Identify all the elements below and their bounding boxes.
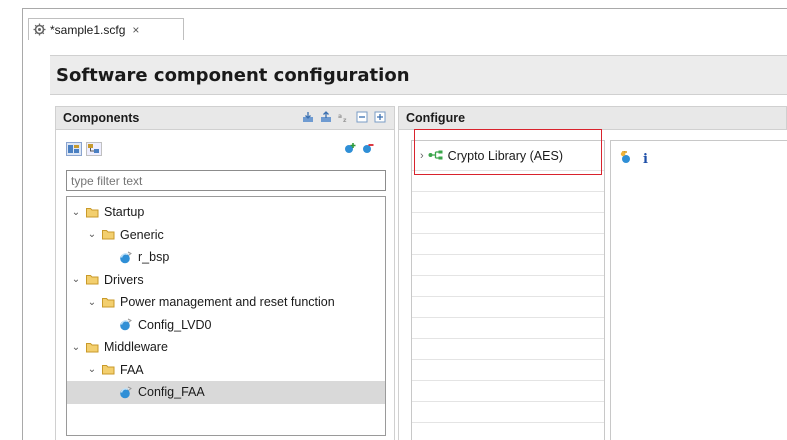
tree-node-r-bsp[interactable]: r_bsp [67,246,385,269]
component-icon [119,386,133,399]
page-header: Software component configuration [50,55,787,95]
tree-node-generic[interactable]: ⌄ Generic [67,224,385,247]
configure-row [412,255,604,276]
editor-tab[interactable]: *sample1.scfg × [28,18,184,40]
category-view-icon[interactable] [66,142,82,156]
folder-icon [86,207,100,218]
configure-title: Configure [406,111,466,125]
svg-text:a: a [338,113,342,120]
components-title: Components [63,111,140,125]
component-icon [119,251,133,264]
filter-input[interactable] [66,170,386,191]
export-icon[interactable] [320,111,332,123]
folder-icon [86,342,100,353]
tree-node-label: Startup [104,205,145,220]
tree-node-power-management[interactable]: ⌄ Power management and reset function [67,291,385,314]
configure-row [412,234,604,255]
tree-node-config-lvd0[interactable]: Config_LVD0 [67,314,385,337]
add-remove-buttons [344,142,374,154]
svg-text:z: z [343,117,347,123]
remove-component-icon[interactable] [362,142,374,154]
configure-row [412,318,604,339]
tree-node-label: Power management and reset function [120,295,335,310]
components-toolbar: az [302,111,386,123]
chevron-down-icon[interactable]: ⌄ [86,297,98,308]
detail-toolbar: i [619,149,648,167]
folder-icon [86,274,100,285]
view-toggles [66,142,102,156]
add-setting-icon[interactable] [619,149,633,167]
configure-row [412,339,604,360]
tree-node-label: Drivers [104,272,144,287]
components-header: Components az [55,106,395,130]
page-title: Software component configuration [56,64,410,86]
tree-node-middleware[interactable]: ⌄ Middleware [67,336,385,359]
import-icon[interactable] [302,111,314,123]
add-component-icon[interactable] [344,142,356,154]
tree-node-label: Config_FAA [138,385,205,400]
configure-row [412,297,604,318]
folder-icon [102,297,116,308]
chevron-down-icon[interactable]: ⌄ [86,229,98,240]
tree-node-label: FAA [120,362,144,377]
tree-node-label: Middleware [104,340,168,355]
chevron-down-icon[interactable]: ⌄ [70,207,82,218]
configure-row [412,360,604,381]
close-icon[interactable]: × [132,23,139,37]
editor-tab-title: *sample1.scfg [50,22,126,37]
gear-icon [33,23,46,36]
configure-row [412,213,604,234]
chevron-down-icon[interactable]: ⌄ [86,364,98,375]
components-panel: ⌄ Startup ⌄ Generic r_bsp ⌄ Drivers ⌄ Po… [55,130,395,440]
highlight-box [414,129,602,175]
info-icon[interactable]: i [643,152,648,167]
hierarchy-view-icon[interactable] [86,142,102,156]
detail-panel: i [610,140,787,440]
component-icon [119,318,133,331]
chevron-down-icon[interactable]: ⌄ [70,274,82,285]
component-tree: ⌄ Startup ⌄ Generic r_bsp ⌄ Drivers ⌄ Po… [66,196,386,436]
tree-node-label: r_bsp [138,250,170,265]
folder-icon [102,229,116,240]
configure-row [412,381,604,402]
chevron-down-icon[interactable]: ⌄ [70,342,82,353]
configure-list: › Crypto Library (AES) [411,140,605,440]
tree-node-startup[interactable]: ⌄ Startup [67,201,385,224]
tree-node-config-faa[interactable]: Config_FAA [67,381,385,404]
configure-row [412,402,604,423]
tree-node-faa[interactable]: ⌄ FAA [67,359,385,382]
configure-header: Configure [398,106,787,130]
collapse-all-icon[interactable] [356,111,368,123]
tree-node-label: Config_LVD0 [138,317,212,332]
configure-row [412,276,604,297]
expand-all-icon[interactable] [374,111,386,123]
tree-node-drivers[interactable]: ⌄ Drivers [67,269,385,292]
tree-node-label: Generic [120,227,164,242]
folder-icon [102,364,116,375]
sort-icon[interactable]: az [338,111,350,123]
configure-row [412,192,604,213]
